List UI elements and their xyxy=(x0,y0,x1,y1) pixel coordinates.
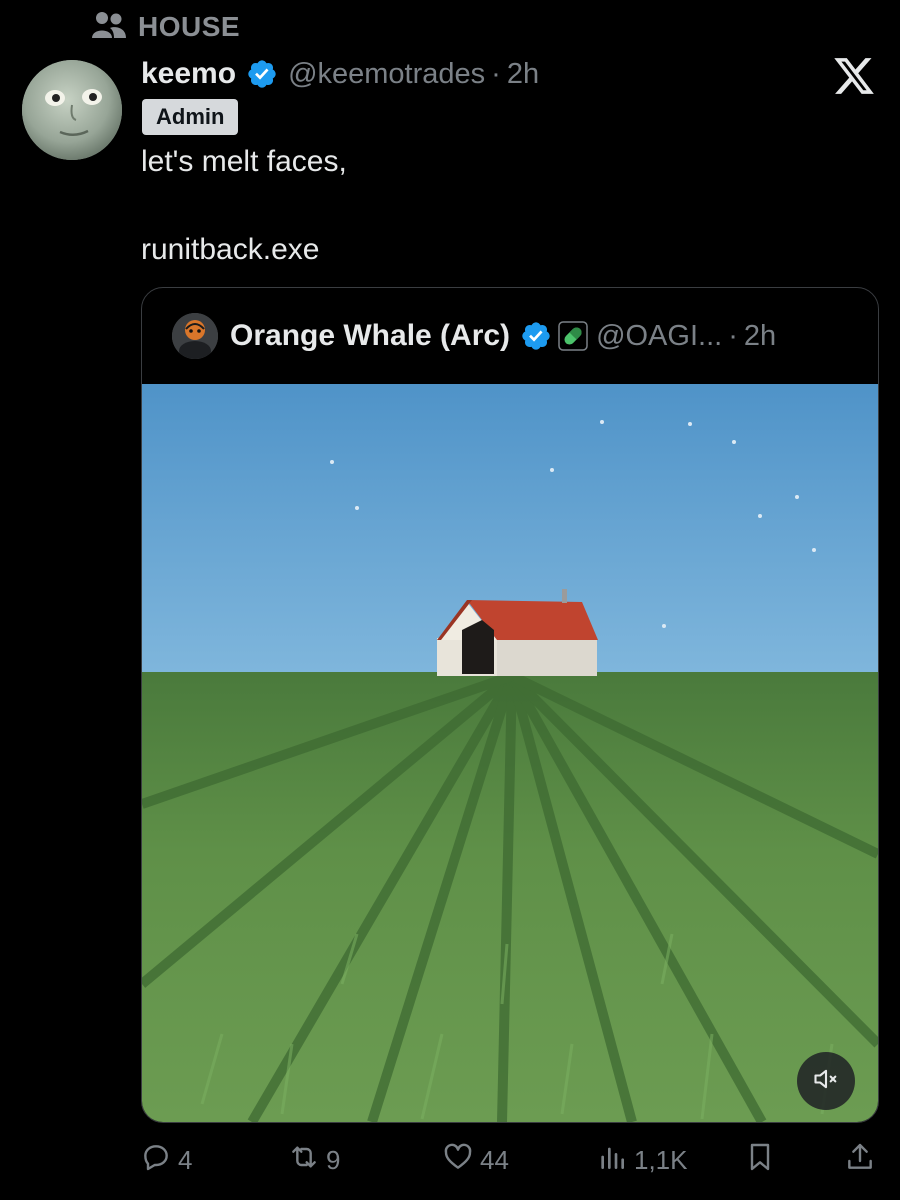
community-header[interactable]: HOUSE xyxy=(92,10,240,44)
admin-badge: Admin xyxy=(142,99,239,135)
people-icon xyxy=(92,10,126,45)
separator: · xyxy=(728,319,738,352)
reply-button[interactable]: 4 xyxy=(140,1140,192,1180)
video-player[interactable] xyxy=(142,384,878,1122)
quoted-display-name[interactable]: Orange Whale (Arc) xyxy=(230,319,510,353)
video-frame xyxy=(142,384,878,1122)
views-count: 1,1K xyxy=(634,1144,688,1175)
quoted-avatar[interactable] xyxy=(172,313,218,359)
reply-count: 4 xyxy=(178,1144,193,1175)
analytics-icon xyxy=(596,1141,628,1180)
verified-badge-icon xyxy=(520,320,552,352)
post-text: let's melt faces, runitback.exe xyxy=(141,145,347,266)
post-author[interactable]: keemo @keemotrades · 2h xyxy=(141,54,539,94)
reply-icon xyxy=(140,1141,172,1180)
action-bar: 4 9 44 1,1K xyxy=(140,1140,880,1180)
quoted-post-header: Orange Whale (Arc) @OAGI... · 2h xyxy=(142,288,878,384)
repost-count: 9 xyxy=(326,1144,341,1175)
handle[interactable]: @keemotrades xyxy=(288,58,485,91)
repost-icon xyxy=(288,1141,320,1180)
avatar[interactable] xyxy=(22,60,122,160)
x-logo-icon xyxy=(832,54,876,98)
pill-icon xyxy=(558,321,588,351)
repost-button[interactable]: 9 xyxy=(288,1140,340,1180)
display-name[interactable]: keemo xyxy=(141,57,236,91)
like-button[interactable]: 44 xyxy=(442,1140,509,1180)
bookmark-button[interactable] xyxy=(744,1140,776,1180)
verified-badge-icon xyxy=(246,58,278,90)
community-label: HOUSE xyxy=(138,11,241,42)
bookmark-icon xyxy=(744,1141,776,1180)
share-button[interactable] xyxy=(844,1140,876,1180)
share-icon xyxy=(844,1141,876,1180)
quoted-timestamp[interactable]: 2h xyxy=(744,320,776,353)
heart-icon xyxy=(442,1141,474,1180)
quoted-post[interactable]: Orange Whale (Arc) @OAGI... · 2h xyxy=(141,287,879,1123)
like-count: 44 xyxy=(480,1144,509,1175)
views-button[interactable]: 1,1K xyxy=(596,1140,688,1180)
timestamp[interactable]: 2h xyxy=(507,58,539,91)
mute-button[interactable] xyxy=(797,1052,855,1110)
speaker-muted-icon xyxy=(812,1065,840,1098)
quoted-handle[interactable]: @OAGI... xyxy=(596,320,722,353)
separator: · xyxy=(491,57,501,90)
